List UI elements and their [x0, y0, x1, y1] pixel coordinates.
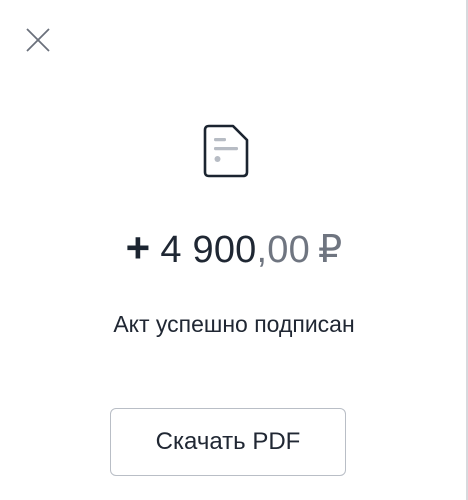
- document-icon: [203, 124, 249, 178]
- amount: +4 900,00 ₽: [0, 220, 468, 278]
- download-pdf-label: Скачать PDF: [155, 428, 301, 455]
- status-message: Акт успешно подписан: [113, 311, 355, 337]
- download-pdf-button[interactable]: Скачать PDF: [110, 408, 346, 476]
- close-button[interactable]: [24, 26, 52, 54]
- amount-integer: 4 900: [160, 229, 257, 271]
- currency-symbol: ₽: [317, 229, 343, 271]
- success-screen: +4 900,00 ₽ Акт успешно подписан Скачать …: [0, 0, 468, 500]
- amount-fraction: ,00: [256, 229, 310, 271]
- amount-sign: +: [125, 224, 151, 271]
- close-icon: [26, 28, 50, 52]
